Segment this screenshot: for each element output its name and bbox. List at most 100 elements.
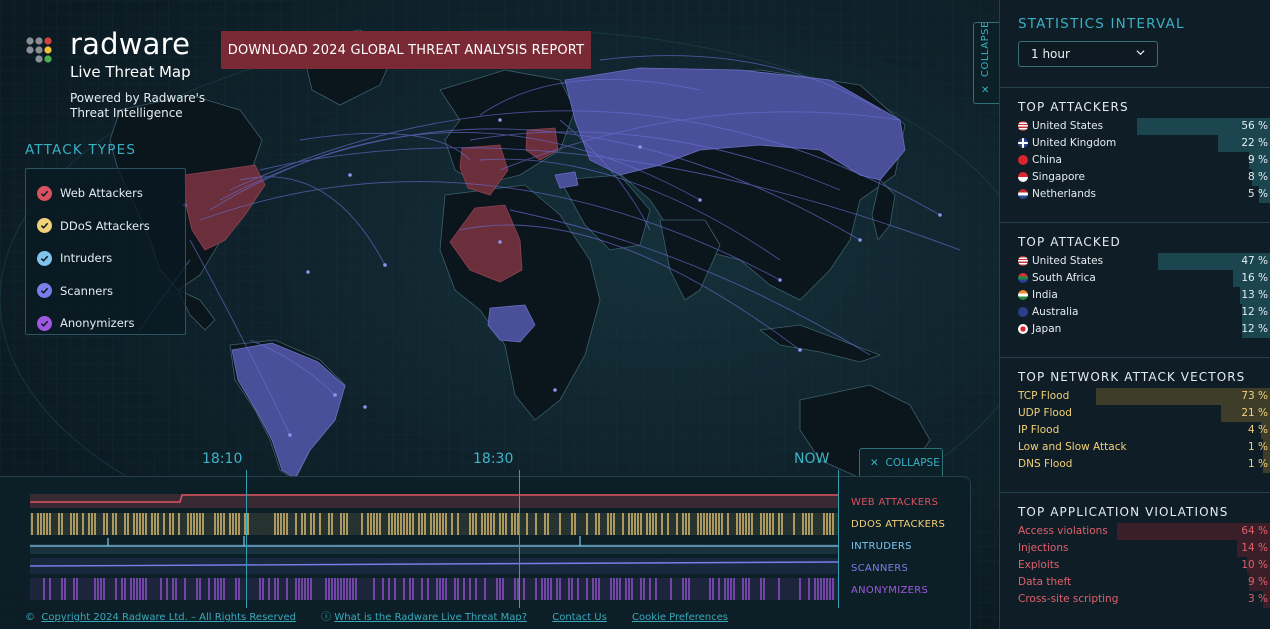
top-attacked-section: TOP ATTACKED United States 47 % South Afric… xyxy=(1000,222,1270,357)
stat-percent: 1 % xyxy=(1248,441,1268,453)
stat-row[interactable]: Low and Slow Attack 1 % xyxy=(1000,439,1270,456)
stat-row[interactable]: IP Flood 4 % xyxy=(1000,422,1270,439)
stat-row[interactable]: Japan 12 % xyxy=(1000,321,1270,338)
interval-select[interactable]: 1 hour xyxy=(1018,41,1158,67)
contact-link[interactable]: Contact Us xyxy=(552,612,607,623)
attack-type-label: Anonymizers xyxy=(60,316,135,331)
stat-percent: 47 % xyxy=(1241,255,1268,267)
collapse-label: COLLAPSE xyxy=(980,21,991,77)
stat-row[interactable]: United Kingdom 22 % xyxy=(1000,135,1270,152)
powered-by-text: Powered by Radware's Threat Intelligence xyxy=(70,91,206,120)
statistics-panel: STATISTICS INTERVAL 1 hour TOP ATTACKERS… xyxy=(999,0,1270,629)
flag-icon-au xyxy=(1018,307,1028,317)
time-label-1810: 18:10 xyxy=(202,451,243,467)
timeline-track-0 xyxy=(30,494,838,508)
stat-row[interactable]: South Africa 16 % xyxy=(1000,270,1270,287)
copyright-icon: © xyxy=(25,612,35,623)
stat-name: China xyxy=(1032,154,1062,166)
interval-value: 1 hour xyxy=(1031,47,1070,61)
attack-type-scanners[interactable]: Scanners xyxy=(37,275,185,308)
stat-row[interactable]: DNS Flood 1 % xyxy=(1000,456,1270,473)
collapse-stats-button[interactable]: COLLAPSE ✕ xyxy=(973,21,999,104)
attack-type-label: DDoS Attackers xyxy=(60,218,150,233)
copyright-link[interactable]: Copyright 2024 Radware Ltd. – All Rights… xyxy=(41,612,296,623)
stat-name: United States xyxy=(1032,120,1104,132)
stat-percent: 56 % xyxy=(1241,120,1268,132)
timeline-label-web-attackers[interactable]: WEB ATTACKERS xyxy=(851,497,938,508)
timeline-track-4 xyxy=(30,578,838,600)
stat-name: Netherlands xyxy=(1032,188,1097,200)
stat-row[interactable]: United States 47 % xyxy=(1000,253,1270,270)
flag-icon-za xyxy=(1018,273,1028,283)
attack-point xyxy=(798,348,802,352)
stat-row[interactable]: India 13 % xyxy=(1000,287,1270,304)
attack-type-intruders[interactable]: Intruders xyxy=(37,242,185,275)
attack-type-ddos-attackers[interactable]: DDoS Attackers xyxy=(37,210,185,243)
flag-icon-us xyxy=(1018,121,1028,131)
stat-percent: 64 % xyxy=(1241,525,1268,537)
activity-timeline[interactable] xyxy=(0,476,971,629)
stat-row[interactable]: Australia 12 % xyxy=(1000,304,1270,321)
section-title: TOP ATTACKED xyxy=(1018,235,1121,249)
stat-name: Australia xyxy=(1032,306,1079,318)
attack-types-title: ATTACK TYPES xyxy=(25,142,137,158)
stat-name: United Kingdom xyxy=(1032,137,1117,149)
timeline-label-intruders[interactable]: INTRUDERS xyxy=(851,541,912,552)
stat-percent: 16 % xyxy=(1241,272,1268,284)
stat-row[interactable]: Exploits 10 % xyxy=(1000,557,1270,574)
stat-percent: 4 % xyxy=(1248,424,1268,436)
timeline-label-scanners[interactable]: SCANNERS xyxy=(851,563,908,574)
stat-name: Access violations xyxy=(1018,525,1108,537)
stat-row[interactable]: Data theft 9 % xyxy=(1000,574,1270,591)
check-icon xyxy=(37,185,52,201)
attack-point xyxy=(698,198,702,202)
attack-types-filter: Web Attackers DDoS Attackers Intruders Scan… xyxy=(25,168,186,335)
attack-type-web-attackers[interactable]: Web Attackers xyxy=(37,177,185,210)
check-icon xyxy=(37,315,52,331)
top-attackers-section: TOP ATTACKERS United States 56 % United Kin… xyxy=(1000,87,1270,222)
stat-percent: 73 % xyxy=(1241,390,1268,402)
stat-name: TCP Flood xyxy=(1018,390,1070,402)
interval-title: STATISTICS INTERVAL xyxy=(1018,16,1185,32)
section-title: TOP NETWORK ATTACK VECTORS xyxy=(1018,370,1246,384)
download-report-button[interactable]: DOWNLOAD 2024 GLOBAL THREAT ANALYSIS REP… xyxy=(221,31,591,69)
stat-row[interactable]: Access violations 64 % xyxy=(1000,523,1270,540)
attack-point xyxy=(778,278,782,282)
collapse-timeline-button[interactable]: ✕ COLLAPSE xyxy=(859,448,943,476)
stat-name: DNS Flood xyxy=(1018,458,1073,470)
stat-row[interactable]: Injections 14 % xyxy=(1000,540,1270,557)
stat-row[interactable]: China 9 % xyxy=(1000,152,1270,169)
stat-row[interactable]: United States 56 % xyxy=(1000,118,1270,135)
attack-point xyxy=(348,173,352,177)
attack-type-label: Scanners xyxy=(60,283,114,298)
stat-row[interactable]: Singapore 8 % xyxy=(1000,169,1270,186)
stat-percent: 12 % xyxy=(1241,306,1268,318)
what-is-link[interactable]: What is the Radware Live Threat Map? xyxy=(334,612,527,623)
stat-row[interactable]: Cross-site scripting 3 % xyxy=(1000,591,1270,608)
attack-type-label: Web Attackers xyxy=(60,186,143,201)
stat-percent: 9 % xyxy=(1248,576,1268,588)
close-icon: ✕ xyxy=(870,457,879,469)
cookie-preferences-link[interactable]: Cookie Preferences xyxy=(632,612,728,623)
stat-percent: 21 % xyxy=(1241,407,1268,419)
stat-row[interactable]: TCP Flood 73 % xyxy=(1000,388,1270,405)
stat-name: United States xyxy=(1032,255,1104,267)
check-icon xyxy=(37,283,52,299)
brand-name: radware xyxy=(70,27,191,61)
stat-percent: 8 % xyxy=(1248,171,1268,183)
flag-icon-us xyxy=(1018,256,1028,266)
stat-percent: 10 % xyxy=(1241,559,1268,571)
product-name: Live Threat Map xyxy=(70,63,191,81)
stat-row[interactable]: Netherlands 5 % xyxy=(1000,186,1270,203)
network-vectors-section: TOP NETWORK ATTACK VECTORS TCP Flood 73 % U… xyxy=(1000,357,1270,492)
check-icon xyxy=(37,250,52,266)
timeline-label-ddos-attackers[interactable]: DDOS ATTACKERS xyxy=(851,519,945,530)
timeline-label-anonymizers[interactable]: ANONYMIZERS xyxy=(851,585,928,596)
attack-type-anonymizers[interactable]: Anonymizers xyxy=(37,307,185,340)
time-marker-1830 xyxy=(519,470,520,608)
stat-name: India xyxy=(1032,289,1058,301)
stat-row[interactable]: UDP Flood 21 % xyxy=(1000,405,1270,422)
flag-icon-sg xyxy=(1018,172,1028,182)
attack-type-label: Intruders xyxy=(60,251,113,266)
section-title: TOP ATTACKERS xyxy=(1018,100,1129,114)
